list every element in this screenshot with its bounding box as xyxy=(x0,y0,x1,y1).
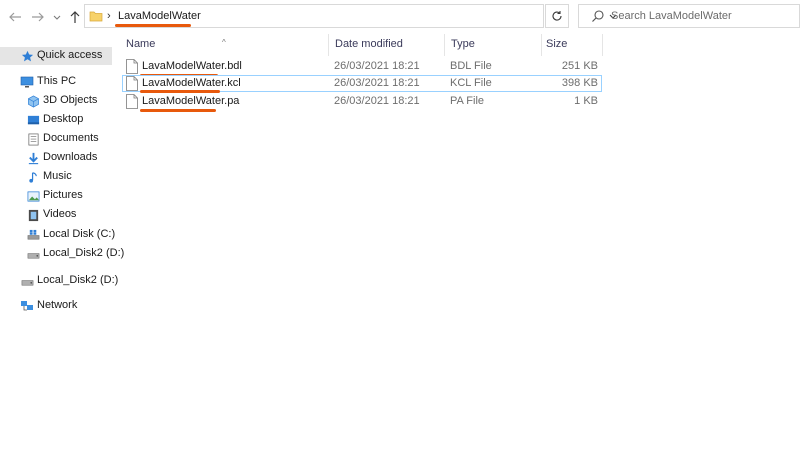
file-type: BDL File xyxy=(450,60,492,72)
nav-label-desktop: Desktop xyxy=(43,113,84,125)
nav-label-quick-access: Quick access xyxy=(37,49,103,61)
recent-locations-button[interactable] xyxy=(48,8,66,26)
nav-label-local-disk2-d: Local_Disk2 (D:) xyxy=(43,247,125,259)
highlight-underline xyxy=(140,109,216,112)
file-type: PA File xyxy=(450,95,485,107)
search-input[interactable]: Search LavaModelWater xyxy=(611,10,732,22)
file-date-modified: 26/03/2021 18:21 xyxy=(334,60,420,72)
nav-item-documents[interactable]: Documents xyxy=(0,130,112,148)
nav-label-3d-objects: 3D Objects xyxy=(43,94,98,106)
column-header-size[interactable]: Size xyxy=(542,34,602,54)
nav-item-quick-access[interactable]: Quick access xyxy=(0,47,112,65)
back-button[interactable] xyxy=(6,8,24,26)
nav-item-music[interactable]: Music xyxy=(0,168,112,186)
forward-arrow-icon xyxy=(32,12,44,22)
nav-label-downloads: Downloads xyxy=(43,151,98,163)
nav-item-downloads[interactable]: Downloads xyxy=(0,149,112,167)
nav-label-drive-d: Local_Disk2 (D:) xyxy=(37,274,119,286)
column-header-type-label: Type xyxy=(451,38,475,50)
back-arrow-icon xyxy=(9,12,21,22)
nav-item-this-pc[interactable]: This PC xyxy=(0,73,112,91)
drive-icon xyxy=(26,247,40,261)
nav-item-local-disk2-d[interactable]: Local_Disk2 (D:) xyxy=(0,245,124,263)
file-size: 251 KB xyxy=(561,60,598,72)
nav-item-videos[interactable]: Videos xyxy=(0,206,112,224)
search-icon xyxy=(592,10,604,22)
file-name: LavaModelWater.pa xyxy=(142,95,240,107)
file-size: 1 KB xyxy=(574,95,598,107)
column-header-name[interactable]: Name ^ xyxy=(118,34,328,54)
column-divider[interactable] xyxy=(602,34,603,56)
drive-icon xyxy=(20,274,34,288)
nav-item-desktop[interactable]: Desktop xyxy=(0,111,112,129)
nav-item-drive-d[interactable]: Local_Disk2 (D:) xyxy=(0,272,118,290)
column-header-date-label: Date modified xyxy=(335,38,403,50)
breadcrumb-current-folder[interactable]: LavaModelWater xyxy=(118,10,201,22)
pictures-icon xyxy=(26,189,40,203)
nav-item-pictures[interactable]: Pictures xyxy=(0,187,112,205)
network-icon xyxy=(20,299,34,313)
file-list: Name ^ Date modified Type Size LavaModel… xyxy=(118,34,800,468)
up-arrow-icon xyxy=(70,11,80,23)
file-icon xyxy=(126,59,138,74)
nav-label-documents: Documents xyxy=(43,132,99,144)
column-header-date-modified[interactable]: Date modified xyxy=(329,34,444,54)
file-icon xyxy=(126,76,138,91)
file-name: LavaModelWater.bdl xyxy=(142,60,242,72)
file-row-selected[interactable]: LavaModelWater.kcl 26/03/2021 18:21 KCL … xyxy=(122,75,602,93)
address-box[interactable]: › LavaModelWater xyxy=(84,4,617,28)
highlight-underline xyxy=(115,24,191,27)
file-row[interactable]: LavaModelWater.bdl 26/03/2021 18:21 BDL … xyxy=(122,58,602,77)
chevron-down-icon xyxy=(53,15,61,20)
file-row[interactable]: LavaModelWater.pa 26/03/2021 18:21 PA Fi… xyxy=(122,93,602,112)
nav-item-local-disk-c[interactable]: Local Disk (C:) xyxy=(0,226,116,244)
sort-ascending-icon: ^ xyxy=(222,38,226,47)
file-name: LavaModelWater.kcl xyxy=(142,77,241,89)
nav-label-local-disk-c: Local Disk (C:) xyxy=(43,228,116,240)
downloads-icon xyxy=(26,151,40,165)
refresh-icon xyxy=(552,11,562,21)
file-date-modified: 26/03/2021 18:21 xyxy=(334,95,420,107)
forward-button[interactable] xyxy=(29,8,47,26)
music-icon xyxy=(26,170,40,184)
file-date-modified: 26/03/2021 18:21 xyxy=(334,77,420,89)
refresh-button[interactable] xyxy=(545,4,569,28)
nav-label-videos: Videos xyxy=(43,208,77,220)
nav-item-3d-objects[interactable]: 3D Objects xyxy=(0,92,112,110)
nav-item-network[interactable]: Network xyxy=(0,297,112,315)
file-size: 398 KB xyxy=(561,77,598,89)
nav-label-music: Music xyxy=(43,170,72,182)
address-bar-row: › LavaModelWater Search LavaModelWater xyxy=(0,0,800,34)
up-button[interactable] xyxy=(66,8,84,26)
documents-icon xyxy=(26,132,40,146)
search-box[interactable]: Search LavaModelWater xyxy=(578,4,800,28)
column-header-size-label: Size xyxy=(546,38,568,50)
column-header-type[interactable]: Type xyxy=(445,34,541,54)
file-type: KCL File xyxy=(450,77,492,89)
nav-label-this-pc: This PC xyxy=(37,75,77,87)
nav-label-pictures: Pictures xyxy=(43,189,83,201)
file-icon xyxy=(126,94,138,109)
star-icon xyxy=(20,49,34,63)
monitor-icon xyxy=(20,75,34,89)
folder-icon xyxy=(89,11,103,22)
videos-icon xyxy=(26,208,40,222)
breadcrumb-separator: › xyxy=(107,10,111,22)
nav-label-network: Network xyxy=(37,299,78,311)
desktop-icon xyxy=(26,113,40,127)
column-header-name-label: Name xyxy=(126,38,156,50)
3d-objects-icon xyxy=(26,94,40,108)
navigation-pane: Quick access This PC 3D Objects Desktop … xyxy=(0,34,124,468)
local-disk-icon xyxy=(26,228,40,242)
